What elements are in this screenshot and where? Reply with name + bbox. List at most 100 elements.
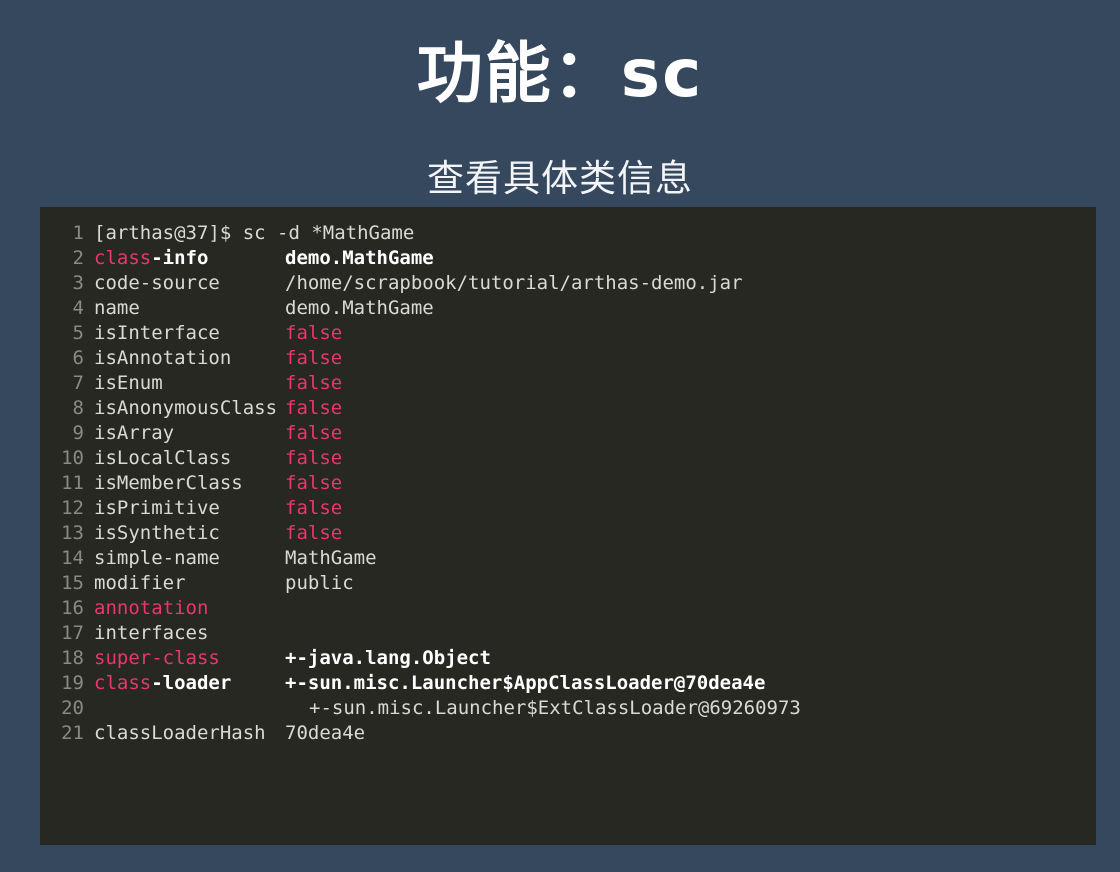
terminal-line: 16 annotation <box>40 596 1096 621</box>
terminal-line: 8 isAnonymousClass false <box>40 396 1096 421</box>
line-number: 1 <box>72 222 84 244</box>
property-value: false <box>285 347 343 369</box>
line-number: 7 <box>72 372 84 394</box>
property-key-text: isInterface <box>94 322 220 344</box>
line-number: 2 <box>72 247 84 269</box>
property-key-text: -loader <box>151 672 232 694</box>
terminal-line-content: isPrimitive false <box>84 496 342 521</box>
property-value: +-java.lang.Object <box>285 647 491 669</box>
terminal-line-content: isEnum false <box>84 371 342 396</box>
terminal-line-content: simple-name MathGame <box>84 546 377 571</box>
slide-root: 功能：sc 查看具体类信息 1 [arthas@37]$ sc -d *MathG… <box>0 0 1120 872</box>
terminal-line: 12 isPrimitive false <box>40 496 1096 521</box>
property-value: false <box>285 522 343 544</box>
property-key: interfaces <box>94 621 285 646</box>
terminal-line: 5 isInterface false <box>40 321 1096 346</box>
property-key-text: interfaces <box>94 622 209 644</box>
terminal-line: 14 simple-name MathGame <box>40 546 1096 571</box>
line-number: 3 <box>72 272 84 294</box>
property-key-text: isPrimitive <box>94 497 220 519</box>
property-key-text: isArray <box>94 422 175 444</box>
property-key-text: simple-name <box>94 547 220 569</box>
terminal-line-content: code-source/home/scrapbook/tutorial/arth… <box>84 271 743 296</box>
terminal-line-content: modifier public <box>84 571 354 596</box>
terminal-line-content: super-class +-java.lang.Object <box>84 646 491 671</box>
terminal-line-content: isSynthetic false <box>84 521 342 546</box>
terminal-line-content: interfaces <box>84 621 285 646</box>
property-key: isSynthetic <box>94 521 285 546</box>
property-key-highlight: annotation <box>94 597 209 619</box>
property-key-text: isSynthetic <box>94 522 220 544</box>
terminal-line-content: isLocalClass false <box>84 446 342 471</box>
property-key: class-info <box>94 246 285 271</box>
line-number: 17 <box>61 622 84 644</box>
terminal-line: 7 isEnum false <box>40 371 1096 396</box>
line-number: 20 <box>61 697 84 719</box>
terminal-line: 1 [arthas@37]$ sc -d *MathGame <box>40 221 1096 246</box>
property-value: false <box>285 497 343 519</box>
property-key-text: isEnum <box>94 372 163 394</box>
terminal-line-content: isAnonymousClass false <box>84 396 342 421</box>
property-value: false <box>285 422 343 444</box>
property-key-text: isAnonymousClass <box>94 397 278 419</box>
terminal-line: 11 isMemberClass false <box>40 471 1096 496</box>
line-number: 19 <box>61 672 84 694</box>
property-value: MathGame <box>285 547 377 569</box>
property-key: isPrimitive <box>94 496 285 521</box>
line-number: 8 <box>72 397 84 419</box>
property-value: 70dea4e <box>285 722 366 744</box>
property-value: +-sun.misc.Launcher$AppClassLoader@70dea… <box>285 672 766 694</box>
property-key-text: -info <box>151 247 209 269</box>
property-key-highlight: class <box>94 672 152 694</box>
line-number: 18 <box>61 647 84 669</box>
line-number: 9 <box>72 422 84 444</box>
property-key: code-source <box>94 271 285 296</box>
property-key: modifier <box>94 571 285 596</box>
terminal-line: 19 class-loader +-sun.misc.Launcher$AppCla… <box>40 671 1096 696</box>
line-number: 15 <box>61 572 84 594</box>
property-value: demo.MathGame <box>285 247 434 269</box>
property-key: isLocalClass <box>94 446 285 471</box>
line-number: 5 <box>72 322 84 344</box>
terminal-line: 3 code-source/home/scrapbook/tutorial/art… <box>40 271 1096 296</box>
property-key: isEnum <box>94 371 285 396</box>
line-number: 14 <box>61 547 84 569</box>
terminal-line-content: name demo.MathGame <box>84 296 434 321</box>
line-number: 4 <box>72 297 84 319</box>
line-number: 10 <box>61 447 84 469</box>
property-key-highlight: class <box>94 247 152 269</box>
property-key: classLoaderHash <box>94 721 285 746</box>
terminal-line: 4 name demo.MathGame <box>40 296 1096 321</box>
property-key: simple-name <box>94 546 285 571</box>
terminal-line-content: isMemberClass false <box>84 471 342 496</box>
property-value: false <box>285 472 343 494</box>
line-number: 12 <box>61 497 84 519</box>
terminal-line-content: [arthas@37]$ sc -d *MathGame <box>84 221 414 246</box>
terminal-line-content: isArray false <box>84 421 342 446</box>
property-key: isArray <box>94 421 285 446</box>
property-key: isInterface <box>94 321 285 346</box>
property-key-text: isLocalClass <box>94 447 232 469</box>
terminal-line-content: class-loader +-sun.misc.Launcher$AppClass… <box>84 671 765 696</box>
terminal-line: 20 +-sun.misc.Launcher$ExtClassLoader@692… <box>40 696 1096 721</box>
terminal-line: 13 isSynthetic false <box>40 521 1096 546</box>
property-key: isAnnotation <box>94 346 285 371</box>
property-key: class-loader <box>94 671 285 696</box>
terminal-line: 21 classLoaderHash 70dea4e <box>40 721 1096 746</box>
terminal-line: 18 super-class +-java.lang.Object <box>40 646 1096 671</box>
property-key-text: isAnnotation <box>94 347 232 369</box>
terminal-line: 2 class-info demo.MathGame <box>40 246 1096 271</box>
property-key: name <box>94 296 285 321</box>
property-key: super-class <box>94 646 285 671</box>
line-number: 11 <box>61 472 84 494</box>
property-key: isMemberClass <box>94 471 285 496</box>
line-number: 16 <box>61 597 84 619</box>
terminal-output-panel[interactable]: 1 [arthas@37]$ sc -d *MathGame 2 class-info… <box>40 207 1096 845</box>
property-key: isAnonymousClass <box>94 396 285 421</box>
terminal-line: 17 interfaces <box>40 621 1096 646</box>
page-subtitle: 查看具体类信息 <box>427 157 693 200</box>
terminal-line-content: class-info demo.MathGame <box>84 246 434 271</box>
terminal-line-content: isInterface false <box>84 321 342 346</box>
property-key-text: name <box>94 297 140 319</box>
terminal-line: 6 isAnnotation false <box>40 346 1096 371</box>
